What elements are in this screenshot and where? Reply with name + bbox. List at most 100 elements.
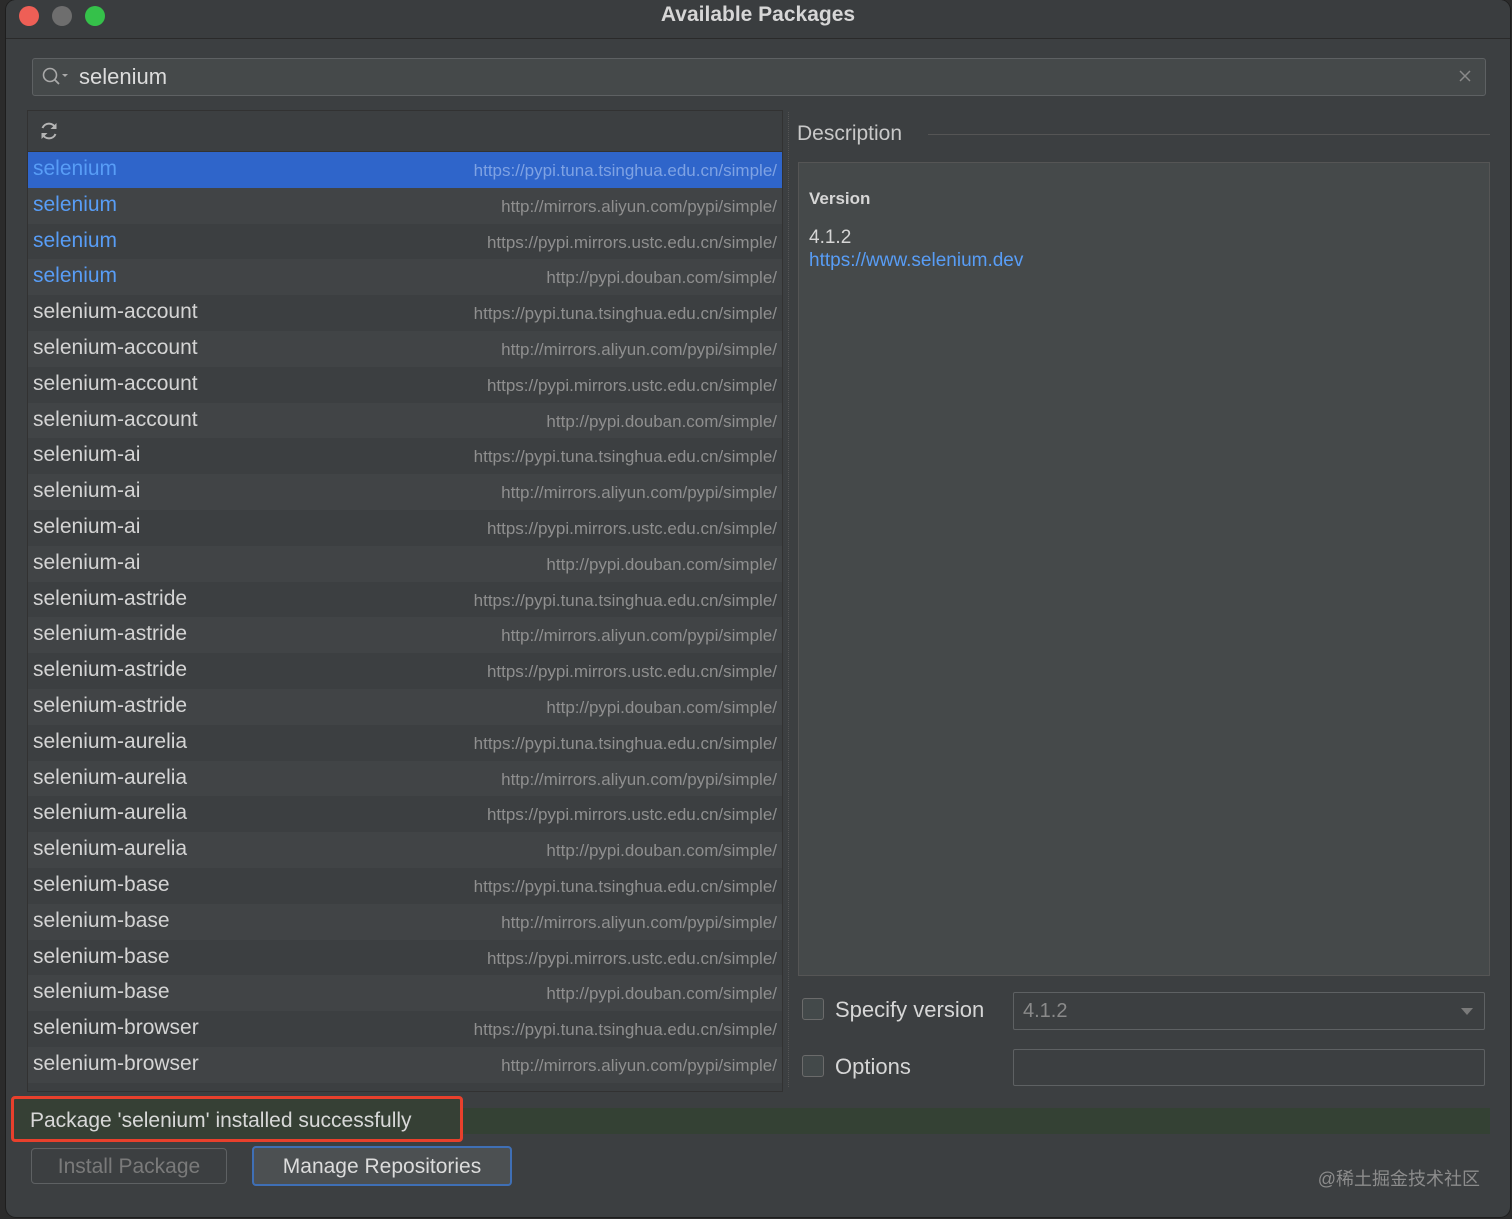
version-select-value: 4.1.2 xyxy=(1023,1000,1068,1022)
package-row[interactable]: selenium-account https://pypi.mirrors.ust… xyxy=(28,366,782,403)
package-repository: https://pypi.tuna.tsinghua.edu.cn/simple… xyxy=(473,161,777,180)
package-repository: https://pypi.mirrors.ustc.edu.cn/simple/ xyxy=(486,805,777,825)
package-name: selenium xyxy=(33,228,118,252)
package-row[interactable]: selenium-ai http://mirrors.aliyun.com/pyp… xyxy=(28,474,782,510)
options-label: Options xyxy=(835,1054,911,1079)
package-row[interactable]: selenium-account https://pypi.tuna.tsingh… xyxy=(28,295,782,331)
package-repository: http://mirrors.aliyun.com/pypi/simple/ xyxy=(501,769,777,789)
package-list-toolbar xyxy=(28,111,782,152)
package-repository: http://pypi.douban.com/simple/ xyxy=(546,984,777,1004)
window-title: Available Packages xyxy=(660,3,856,26)
panel-splitter[interactable] xyxy=(788,112,793,1087)
package-repository: https://pypi.tuna.tsinghua.edu.cn/simple… xyxy=(473,304,777,324)
package-row[interactable]: selenium-base https://pypi.mirrors.ustc.e… xyxy=(28,939,782,976)
install-package-button[interactable]: Install Package xyxy=(31,1148,227,1184)
package-list: selenium https://pypi.tuna.tsinghua.edu.c… xyxy=(28,152,782,1083)
package-row[interactable]: selenium-browser https://pypi.tuna.tsingh… xyxy=(28,1011,782,1047)
package-row[interactable]: selenium-base http://mirrors.aliyun.com/p… xyxy=(28,903,782,940)
title-bar: Available Packages xyxy=(6,0,1510,39)
description-header: Description xyxy=(797,122,903,145)
package-name: selenium xyxy=(33,192,118,216)
package-repository: http://mirrors.aliyun.com/pypi/simple/ xyxy=(501,912,777,932)
package-repository: http://pypi.douban.com/simple/ xyxy=(546,411,777,431)
package-name: selenium-base xyxy=(33,980,170,1004)
package-name: selenium-browser xyxy=(33,1016,199,1040)
package-repository: https://pypi.tuna.tsinghua.edu.cn/simple… xyxy=(473,590,777,610)
package-repository: https://pypi.mirrors.ustc.edu.cn/simple/ xyxy=(486,662,777,682)
package-repository: http://mirrors.aliyun.com/pypi/simple/ xyxy=(501,483,777,503)
package-repository: http://pypi.douban.com/simple/ xyxy=(546,697,777,717)
package-row[interactable]: selenium-account http://mirrors.aliyun.co… xyxy=(28,330,782,367)
package-repository: http://pypi.douban.com/simple/ xyxy=(546,268,777,288)
package-name: selenium-aurelia xyxy=(33,837,188,861)
package-name: selenium-base xyxy=(33,908,170,932)
package-row[interactable]: selenium-base http://pypi.douban.com/simp… xyxy=(28,975,782,1012)
package-row[interactable]: selenium-astride http://pypi.douban.com/s… xyxy=(28,688,782,725)
package-name: selenium-aurelia xyxy=(33,729,188,753)
clear-search-icon[interactable] xyxy=(1457,68,1473,84)
homepage-link[interactable]: https://www.selenium.dev xyxy=(809,250,1023,272)
package-repository: http://mirrors.aliyun.com/pypi/simple/ xyxy=(501,626,777,646)
refresh-icon[interactable] xyxy=(38,120,60,142)
search-input[interactable] xyxy=(79,63,1439,91)
search-icon[interactable] xyxy=(41,66,71,88)
options-checkbox[interactable] xyxy=(802,1055,824,1077)
package-row[interactable]: selenium-account http://pypi.douban.com/s… xyxy=(28,402,782,439)
package-row[interactable]: selenium-browser http://mirrors.aliyun.co… xyxy=(28,1046,782,1083)
package-row[interactable]: selenium http://pypi.douban.com/simple/ xyxy=(28,259,782,296)
package-name: selenium-ai xyxy=(33,514,141,538)
package-row[interactable]: selenium-aurelia https://pypi.tuna.tsingh… xyxy=(28,724,782,761)
package-name: selenium-astride xyxy=(33,658,188,682)
package-repository: https://pypi.mirrors.ustc.edu.cn/simple/ xyxy=(486,518,777,538)
package-name: selenium-account xyxy=(33,300,198,324)
description-panel: Version 4.1.2 https://www.selenium.dev xyxy=(798,162,1490,976)
package-row[interactable]: selenium-astride https://pypi.tuna.tsingh… xyxy=(28,581,782,618)
chevron-down-icon[interactable] xyxy=(1460,1007,1474,1016)
package-name: selenium-base xyxy=(33,872,170,896)
watermark: @稀土掘金技术社区 xyxy=(1317,1169,1480,1189)
specify-version-checkbox[interactable] xyxy=(802,998,824,1020)
package-name: selenium-account xyxy=(33,407,198,431)
package-name: selenium-account xyxy=(33,371,198,395)
package-repository: http://mirrors.aliyun.com/pypi/simple/ xyxy=(501,1055,777,1075)
package-row[interactable]: selenium-astride http://mirrors.aliyun.co… xyxy=(28,617,782,654)
package-row[interactable]: selenium http://mirrors.aliyun.com/pypi/s… xyxy=(28,187,782,224)
description-divider xyxy=(928,134,1490,135)
package-name: selenium-aurelia xyxy=(33,801,188,825)
package-row[interactable]: selenium https://pypi.tuna.tsinghua.edu.c… xyxy=(28,152,782,188)
package-name: selenium-account xyxy=(33,335,198,359)
package-row[interactable]: selenium-ai https://pypi.tuna.tsinghua.ed… xyxy=(28,438,782,475)
package-repository: https://pypi.mirrors.ustc.edu.cn/simple/ xyxy=(486,948,777,968)
package-repository: https://pypi.tuna.tsinghua.edu.cn/simple… xyxy=(473,733,777,753)
package-row[interactable]: selenium-aurelia https://pypi.mirrors.ust… xyxy=(28,796,782,833)
package-row[interactable]: selenium-ai http://pypi.douban.com/simple… xyxy=(28,545,782,582)
version-label: Version xyxy=(809,189,871,208)
available-packages-dialog: Available Packages selenium https://pypi.… xyxy=(6,0,1510,1217)
package-name: selenium-ai xyxy=(33,479,141,503)
package-repository: https://pypi.tuna.tsinghua.edu.cn/simple… xyxy=(473,876,777,896)
package-name: selenium-astride xyxy=(33,586,188,610)
package-name: selenium-ai xyxy=(33,443,141,467)
specify-version-label: Specify version xyxy=(835,997,985,1022)
version-select[interactable]: 4.1.2 xyxy=(1013,992,1485,1030)
package-row[interactable]: selenium-base https://pypi.tuna.tsinghua.… xyxy=(28,867,782,904)
package-row[interactable]: selenium-ai https://pypi.mirrors.ustc.edu… xyxy=(28,509,782,546)
package-row[interactable]: selenium-aurelia http://pypi.douban.com/s… xyxy=(28,832,782,868)
package-row[interactable]: selenium-astride https://pypi.mirrors.ust… xyxy=(28,653,782,689)
package-row[interactable]: selenium https://pypi.mirrors.ustc.edu.cn… xyxy=(28,223,782,260)
version-value: 4.1.2 xyxy=(809,227,852,248)
package-repository: http://pypi.douban.com/simple/ xyxy=(546,554,777,574)
package-name: selenium xyxy=(33,157,118,180)
package-repository: https://pypi.mirrors.ustc.edu.cn/simple/ xyxy=(486,375,777,395)
package-row[interactable]: selenium-aurelia http://mirrors.aliyun.co… xyxy=(28,760,782,797)
search-box[interactable] xyxy=(32,58,1486,96)
package-repository: https://pypi.tuna.tsinghua.edu.cn/simple… xyxy=(473,1020,777,1040)
package-list-panel: selenium https://pypi.tuna.tsinghua.edu.c… xyxy=(27,110,783,1092)
package-repository: http://mirrors.aliyun.com/pypi/simple/ xyxy=(501,196,777,216)
options-input[interactable] xyxy=(1013,1049,1485,1086)
manage-repositories-button[interactable]: Manage Repositories xyxy=(252,1146,512,1186)
package-name: selenium-aurelia xyxy=(33,765,188,789)
package-name: selenium-astride xyxy=(33,622,188,646)
package-name: selenium xyxy=(33,264,118,288)
package-name: selenium-ai xyxy=(33,550,141,574)
